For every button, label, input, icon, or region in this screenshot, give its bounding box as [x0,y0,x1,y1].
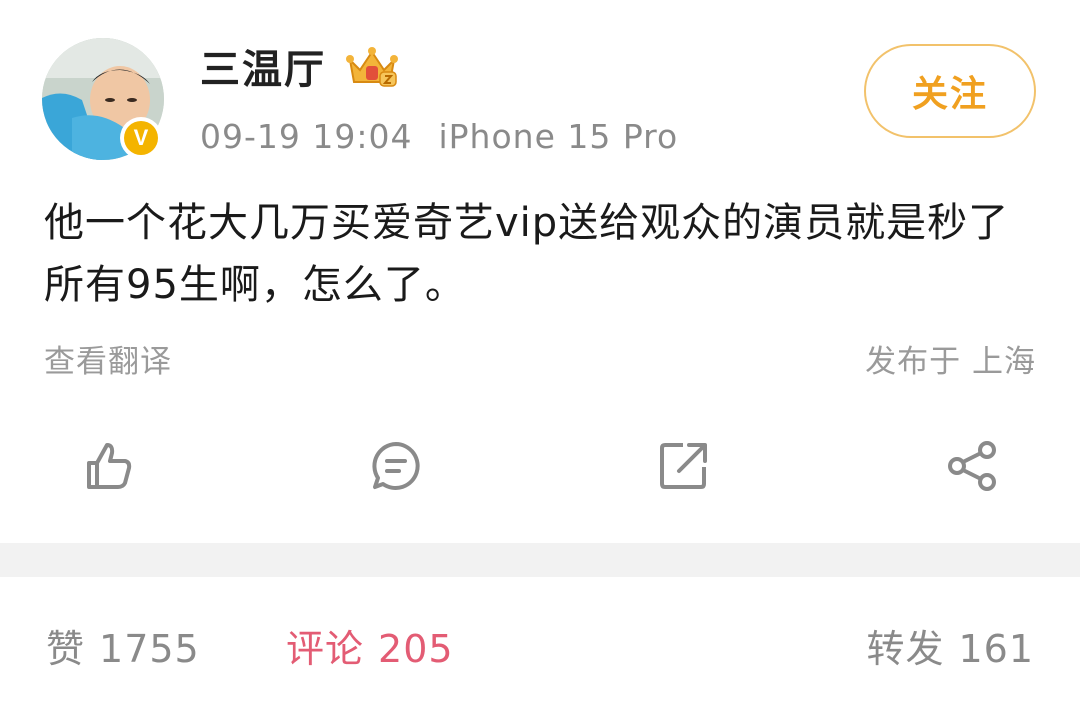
repost-button[interactable] [654,436,714,496]
weibo-post-card: V 三温厅 09-19 19:04 iPhone 15 Pro 关注 他一个花大几… [0,0,1080,543]
comment-button[interactable] [366,436,426,496]
like-button[interactable] [78,436,138,496]
view-translation-link[interactable]: 查看翻译 [44,340,172,384]
post-device: iPhone 15 Pro [438,117,679,156]
comments-count: 205 [378,627,454,671]
tab-reposts[interactable]: 转发 161 [866,625,1034,673]
crown-badge-icon [344,44,400,92]
likes-count: 1755 [99,627,200,671]
share-icon [948,441,996,491]
reposts-count: 161 [958,627,1034,671]
comment-icon [372,442,420,490]
comments-label: 评论 [286,627,365,671]
tab-likes[interactable]: 赞 1755 [46,625,200,673]
verified-badge-text: V [124,121,158,155]
username[interactable]: 三温厅 [200,44,326,96]
reposts-label: 转发 [866,627,945,671]
post-time: 09-19 19:04 [200,117,413,156]
post-location: 发布于 上海 [865,344,1036,380]
section-divider [0,543,1080,577]
post-meta: 09-19 19:04 iPhone 15 Pro [200,115,678,159]
post-content: 他一个花大几万买爱奇艺vip送给观众的演员就是秒了所有95生啊，怎么了。 [44,200,1010,308]
follow-button[interactable]: 关注 [864,44,1036,138]
likes-label: 赞 [46,627,86,671]
thumbs-up-icon [87,443,132,489]
share-button[interactable] [942,436,1002,496]
verified-badge-icon: V [120,117,162,159]
tab-comments[interactable]: 评论 205 [286,625,454,673]
interaction-tabs: 赞 1755 评论 205 转发 161 [0,577,1080,707]
repost-icon [660,443,707,489]
